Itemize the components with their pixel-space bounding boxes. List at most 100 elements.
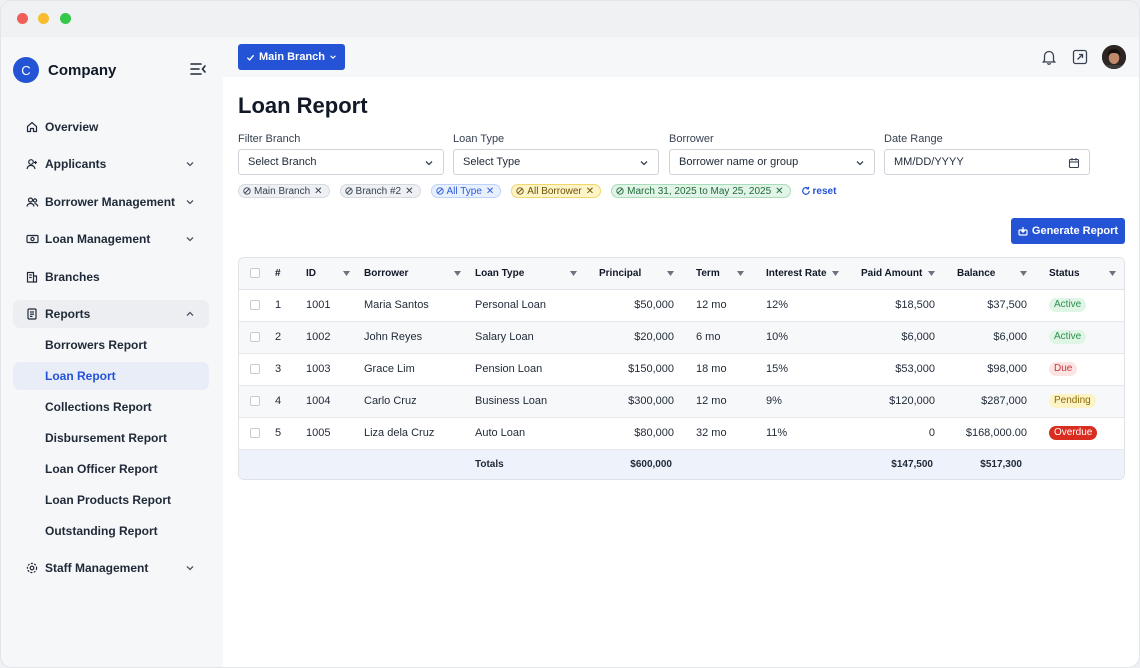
cell-status: Due [1037,353,1124,386]
col-header-status[interactable]: Status [1037,258,1124,290]
sort-icon[interactable] [454,271,461,276]
filter-branch-select[interactable]: Select Branch [238,149,444,175]
reset-label: reset [812,185,837,197]
cell-id: 1001 [302,289,360,322]
title-bar [1,1,1139,37]
close-icon[interactable]: ✕ [405,186,413,197]
sort-icon[interactable] [570,271,577,276]
sort-icon[interactable] [667,271,674,276]
table-header-row: # ID Borrower Loan Type Principal Term I… [239,258,1124,290]
col-header-borrower[interactable]: Borrower [360,258,471,290]
close-icon[interactable]: ✕ [775,186,783,197]
col-header-principal[interactable]: Principal [587,258,684,290]
sidebar-subitem-loan-officer-report[interactable]: Loan Officer Report [13,455,209,483]
maximize-window-button[interactable] [60,13,71,24]
sidebar-subitem-outstanding-report[interactable]: Outstanding Report [13,517,209,545]
sidebar-item-reports[interactable]: Reports [13,300,209,328]
cell-interest: 10% [754,321,849,354]
cell-borrower: Maria Santos [360,289,471,322]
col-header-label: Principal [599,267,642,279]
sort-icon[interactable] [832,271,839,276]
reset-filters-button[interactable]: reset [801,185,837,197]
sidebar-subitem-borrowers-report[interactable]: Borrowers Report [13,331,209,359]
select-all-checkbox[interactable] [250,268,260,279]
cell-paid: $120,000 [849,385,945,418]
col-header-balance[interactable]: Balance [945,258,1037,290]
table-row[interactable]: 4 1004 Carlo Cruz Business Loan $300,000… [239,385,1124,418]
sidebar-item-label: Borrower Management [45,195,176,209]
chip-all-type[interactable]: All Type ✕ [430,184,502,198]
sidebar-subitem-loan-report[interactable]: Loan Report [13,362,209,390]
filter-circle-icon [243,187,251,195]
sidebar-item-overview[interactable]: Overview [13,113,209,141]
cell-loan-type: Business Loan [471,385,587,418]
sort-icon[interactable] [1020,271,1027,276]
row-checkbox[interactable] [250,428,260,439]
table-row[interactable]: 2 1002 John Reyes Salary Loan $20,000 6 … [239,321,1124,354]
row-checkbox[interactable] [250,364,260,375]
loan-type-select[interactable]: Select Type [453,149,659,175]
row-checkbox[interactable] [250,396,260,407]
page-title: Loan Report [238,93,368,118]
chevron-down-icon [186,566,194,571]
sidebar-subitem-loan-products-report[interactable]: Loan Products Report [13,486,209,514]
col-header-term[interactable]: Term [684,258,754,290]
close-window-button[interactable] [17,13,28,24]
cell-num: 3 [271,353,302,386]
sort-icon[interactable] [737,271,744,276]
close-icon[interactable]: ✕ [586,186,594,197]
sidebar-item-applicants[interactable]: Applicants [13,150,209,178]
cell-status: Active [1037,321,1124,354]
cell-term: 12 mo [684,289,754,322]
col-header-paid-amount[interactable]: Paid Amount [849,258,945,290]
chip-branch-2[interactable]: Branch #2 ✕ [339,184,421,198]
chevron-up-icon [186,311,194,316]
col-header-interest-rate[interactable]: Interest Rate [754,258,849,290]
avatar[interactable] [1102,45,1126,69]
external-link-icon[interactable] [1071,48,1089,66]
cell-principal: $150,000 [587,353,684,386]
branch-selector-button[interactable]: Main Branch [238,44,345,70]
filter-circle-icon [435,187,444,195]
minimize-window-button[interactable] [38,13,49,24]
sort-icon[interactable] [343,271,350,276]
cell-term: 12 mo [684,385,754,418]
bell-icon[interactable] [1040,48,1058,66]
cell-borrower: John Reyes [360,321,471,354]
row-checkbox[interactable] [250,332,260,343]
company-logo[interactable]: C Company [13,57,116,83]
table-row[interactable]: 1 1001 Maria Santos Personal Loan $50,00… [239,289,1124,322]
sidebar-item-branches[interactable]: Branches [13,263,209,291]
sidebar-subitem-label: Loan Products Report [45,493,172,507]
collapse-sidebar-icon[interactable] [190,62,206,76]
chip-label: March 31, 2025 to May 25, 2025 [627,185,772,197]
chip-date-range[interactable]: March 31, 2025 to May 25, 2025 ✕ [611,184,791,198]
col-header-id[interactable]: ID [302,258,360,290]
generate-report-button[interactable]: Generate Report [1011,218,1125,244]
sidebar-item-staff-management[interactable]: Staff Management [13,554,209,582]
date-range-input[interactable]: MM/DD/YYYY [884,149,1090,175]
sort-icon[interactable] [1109,271,1116,276]
calendar-icon[interactable] [1068,157,1080,169]
branch-selector-label: Main Branch [258,51,325,63]
cell-interest: 9% [754,385,849,418]
row-select-cell [239,289,271,322]
table-row[interactable]: 5 1005 Liza dela Cruz Auto Loan $80,000 … [239,417,1124,450]
chip-all-borrower[interactable]: All Borrower ✕ [511,184,602,198]
col-header-label: Loan Type [475,267,525,279]
chip-main-branch[interactable]: Main Branch ✕ [238,184,330,198]
close-icon[interactable]: ✕ [314,186,322,197]
top-bar: Main Branch [223,37,1139,77]
col-header-loan-type[interactable]: Loan Type [471,258,587,290]
sidebar-item-loan-management[interactable]: Loan Management [13,225,209,253]
sidebar-subitem-collections-report[interactable]: Collections Report [13,393,209,421]
col-header-label: Borrower [364,267,409,279]
sort-icon[interactable] [928,271,935,276]
col-header-num: # [271,258,302,290]
sidebar-subitem-disbursement-report[interactable]: Disbursement Report [13,424,209,452]
sidebar-item-borrower-management[interactable]: Borrower Management [13,188,209,216]
borrower-select[interactable]: Borrower name or group [669,149,875,175]
close-icon[interactable]: ✕ [486,186,494,197]
row-checkbox[interactable] [250,300,260,311]
table-row[interactable]: 3 1003 Grace Lim Pension Loan $150,000 1… [239,353,1124,386]
